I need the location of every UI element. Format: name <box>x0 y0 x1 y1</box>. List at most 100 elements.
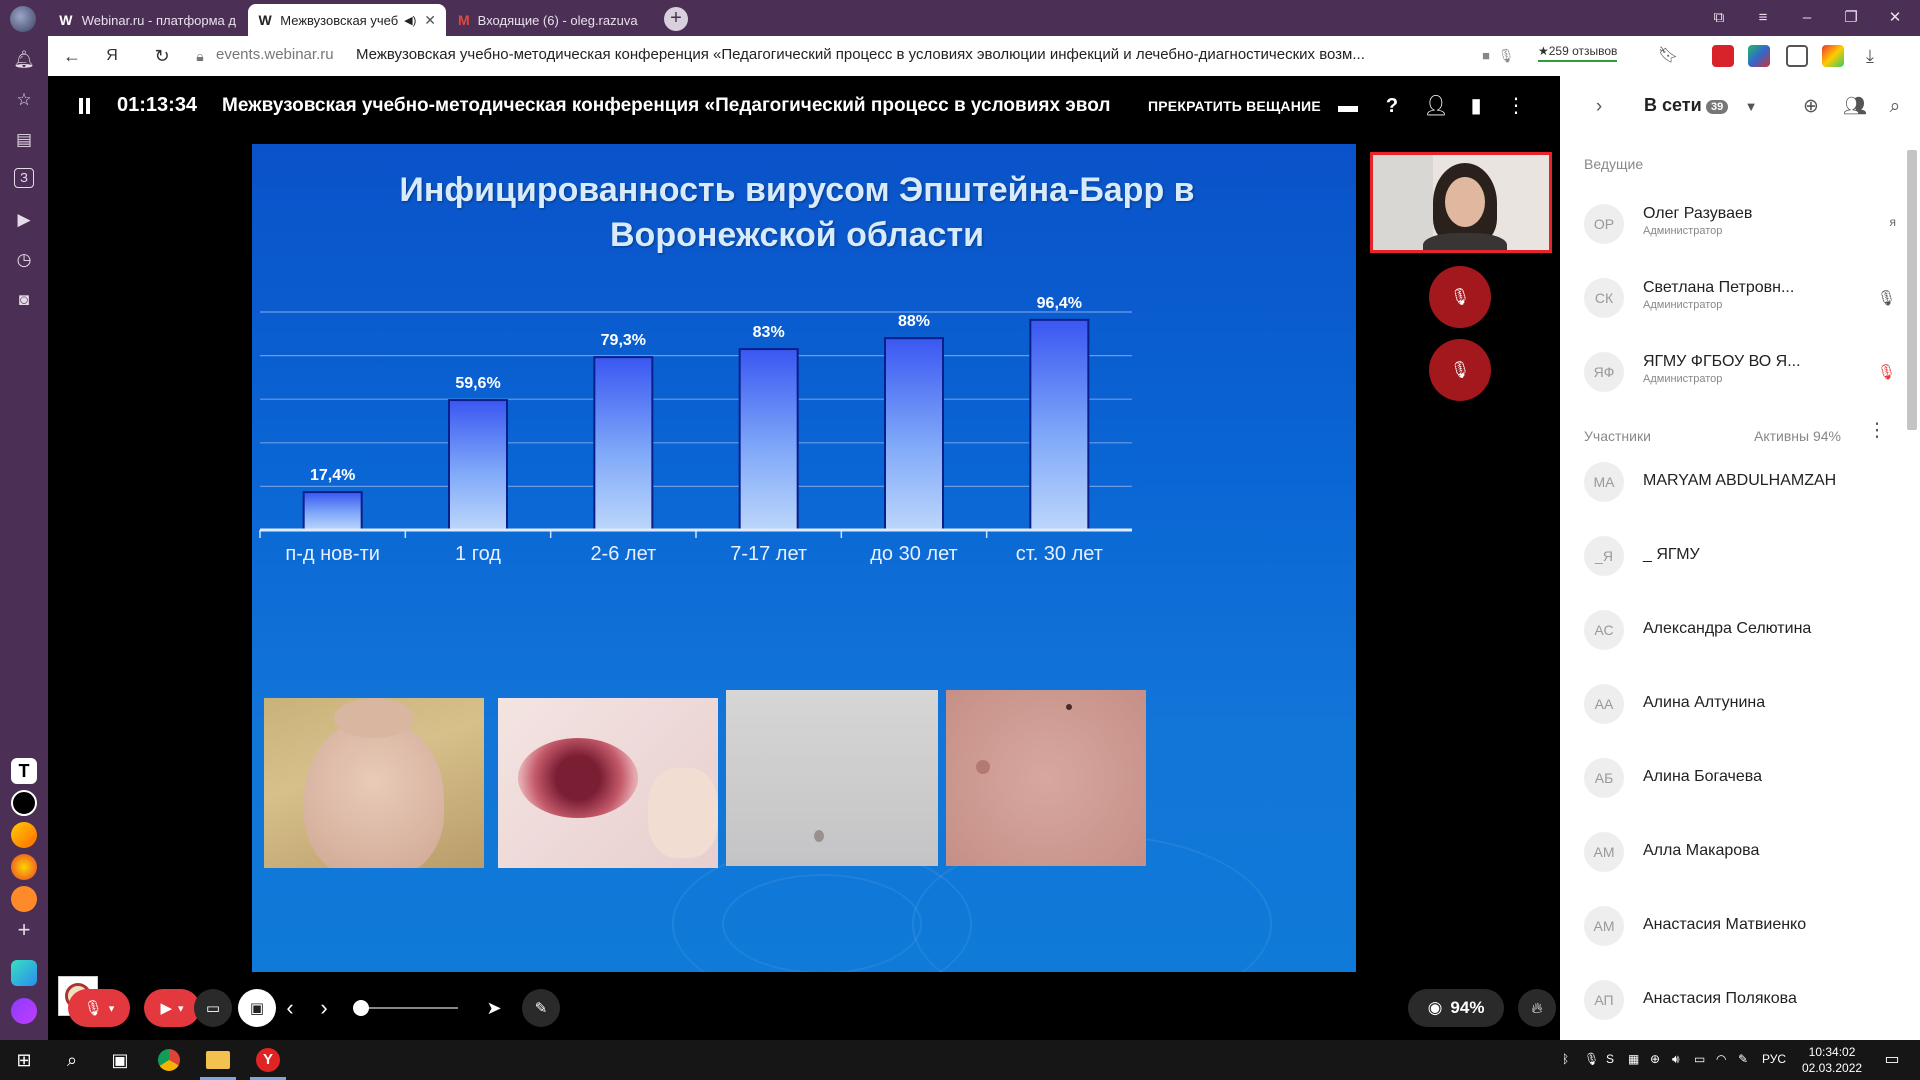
chat-icon[interactable]: ▬ <box>1334 92 1362 120</box>
bookmark-manager-icon[interactable]: ⧉ <box>1706 6 1732 30</box>
pen-icon[interactable]: ✎ <box>1738 1052 1748 1066</box>
task-view-icon[interactable]: ▣ <box>108 1048 132 1072</box>
slide-progress-knob[interactable] <box>353 1000 369 1016</box>
tab-mail[interactable]: M Входящие (6) - oleg.razuva <box>448 4 646 36</box>
screen-share-button[interactable]: ▭ <box>194 989 232 1027</box>
speaker-icon[interactable]: ◀) <box>404 14 416 27</box>
extension-colorful-icon[interactable] <box>1822 45 1844 67</box>
close-window-icon[interactable]: ✕ <box>1882 6 1908 30</box>
participant-item[interactable]: АБ Алина Богачева <box>1584 750 1904 806</box>
new-tab-button[interactable]: + <box>664 7 688 31</box>
mute-indicator-1[interactable]: 🎙︎ <box>1429 266 1491 328</box>
star-icon[interactable]: ☆ <box>12 88 36 112</box>
restore-icon[interactable]: ❐ <box>1838 6 1864 30</box>
app-food-icon[interactable] <box>11 886 37 912</box>
participants-icon[interactable]: 👤︎ <box>1422 92 1450 120</box>
speaker-video[interactable] <box>1370 152 1552 253</box>
volume-icon[interactable]: 🔊︎ <box>1672 1052 1680 1067</box>
collections-icon[interactable]: ▤ <box>12 128 36 152</box>
yandex-browser-icon[interactable]: Y <box>256 1048 280 1072</box>
zen-icon[interactable]: З <box>14 168 34 188</box>
participant-item[interactable]: АМ Алла Макарова <box>1584 824 1904 880</box>
participant-item[interactable]: _Я _ ЯГМУ <box>1584 528 1904 584</box>
back-arrow-icon[interactable]: ← <box>60 44 84 68</box>
camera-icon[interactable]: ◙ <box>12 288 36 312</box>
close-tab-icon[interactable]: ✕ <box>424 12 436 29</box>
app-tray-icon[interactable]: ▦ <box>1628 1052 1639 1066</box>
microphone-icon[interactable]: 🎙︎ <box>1584 1052 1599 1066</box>
battery-icon[interactable]: ▭ <box>1694 1052 1705 1066</box>
vpn-icon[interactable]: ⊕ <box>1650 1052 1660 1066</box>
pause-icon[interactable] <box>78 98 92 114</box>
downloads-icon[interactable]: ⤓ <box>1858 44 1882 68</box>
participant-item[interactable]: АМ Анастасия Матвиенко <box>1584 898 1904 954</box>
menu-icon[interactable]: ≡ <box>1750 6 1776 30</box>
app-alice-icon[interactable] <box>11 998 37 1024</box>
system-clock[interactable]: 10:34:02 02.03.2022 <box>1802 1044 1862 1076</box>
host-item[interactable]: ОР Олег Разуваев Администратор я <box>1584 196 1904 252</box>
camera-toggle-button[interactable]: ▶︎ ▾ <box>144 989 200 1027</box>
app-games-icon[interactable] <box>11 854 37 880</box>
app-messenger-icon[interactable] <box>11 960 37 986</box>
presentation-button[interactable]: ▣ <box>238 989 276 1027</box>
participant-item[interactable]: MA MARYAM ABDULHAMZAH <box>1584 454 1904 510</box>
add-app-icon[interactable]: + <box>12 918 36 942</box>
host-item[interactable]: СК Светлана Петровн... Администратор 🎙︎ <box>1584 270 1904 326</box>
chrome-icon[interactable] <box>158 1049 180 1071</box>
notifications-icon[interactable]: ▭ <box>1880 1048 1904 1072</box>
participant-item[interactable]: АА Алина Алтунина <box>1584 676 1904 732</box>
microphone-toggle-button[interactable]: 🎙︎ ▾ <box>68 989 130 1027</box>
bluetooth-icon[interactable]: ᛒ <box>1562 1052 1569 1066</box>
search-icon[interactable]: ⌕ <box>1882 94 1908 120</box>
next-slide-button[interactable]: › <box>308 989 340 1027</box>
stop-broadcast-button[interactable]: ПРЕКРАТИТЬ ВЕЩАНИЕ <box>1148 98 1321 114</box>
participant-item[interactable]: АП Анастасия Полякова <box>1584 972 1904 1028</box>
play-icon[interactable]: ▶ <box>12 208 36 232</box>
tab-conference[interactable]: W Межвузовская учеб ◀) ✕ <box>248 4 446 36</box>
wifi-icon[interactable]: ◠ <box>1716 1052 1726 1066</box>
questions-icon[interactable]: ? <box>1378 92 1406 120</box>
participant-item[interactable]: АС Александра Селютина <box>1584 602 1904 658</box>
chevron-down-icon[interactable]: ▼ <box>1738 94 1764 120</box>
document-icon[interactable]: ▮ <box>1462 92 1490 120</box>
url-host[interactable]: events.webinar.ru <box>216 46 334 63</box>
windows-start-icon[interactable]: ⊞ <box>12 1048 36 1072</box>
minimize-icon[interactable]: – <box>1794 6 1820 30</box>
mic-off-icon[interactable]: 🎙︎ <box>1877 363 1896 381</box>
microphone-icon[interactable]: 🎙︎ <box>1877 289 1896 307</box>
browser-profile-icon[interactable] <box>10 6 36 32</box>
history-clock-icon[interactable]: ◷ <box>12 248 36 272</box>
microphone-icon[interactable]: 🎙︎ <box>1494 44 1518 68</box>
search-icon[interactable]: ⌕ <box>60 1048 84 1072</box>
collapse-panel-icon[interactable]: › <box>1586 94 1612 120</box>
file-explorer-icon[interactable] <box>206 1051 230 1069</box>
extension-adblock-icon[interactable] <box>1712 45 1734 67</box>
more-vertical-icon[interactable]: ⋮ <box>1502 92 1530 120</box>
url-page-title[interactable]: Межвузовская учебно-методическая конфере… <box>356 46 1486 63</box>
viewers-indicator[interactable]: ◉ 94% <box>1408 989 1504 1027</box>
lock-icon[interactable]: 🔒︎ <box>188 44 212 68</box>
reviews-badge[interactable]: ★259 отзывов <box>1538 44 1618 62</box>
bell-icon[interactable]: 🔔︎ <box>12 48 36 72</box>
extension-icon[interactable] <box>1748 45 1770 67</box>
reload-icon[interactable]: ↻ <box>150 44 174 68</box>
panel-title[interactable]: В сети <box>1644 95 1702 116</box>
bookmark-icon[interactable]: 🔖︎ <box>1656 44 1680 68</box>
reactions-button[interactable]: 🔥︎ <box>1518 989 1556 1027</box>
extension-copy-icon[interactable] <box>1786 45 1808 67</box>
previous-slide-button[interactable]: ‹ <box>274 989 306 1027</box>
yandex-icon[interactable]: Я <box>100 44 124 68</box>
host-item[interactable]: ЯФ ЯГМУ ФГБОУ ВО Я... Администратор 🎙︎ <box>1584 344 1904 400</box>
app-circle-icon[interactable] <box>11 790 37 816</box>
app-yandex-music-icon[interactable] <box>11 822 37 848</box>
more-vertical-icon[interactable]: ⋮ <box>1864 418 1890 444</box>
app-tinkoff-icon[interactable]: T <box>11 758 37 784</box>
group-icon[interactable]: 👥︎ <box>1842 94 1868 120</box>
tab-webinar-platform[interactable]: W Webinar.ru - платформа д <box>48 4 246 36</box>
mute-indicator-2[interactable]: 🎙︎ <box>1429 339 1491 401</box>
slide-progress-track[interactable] <box>364 1007 458 1009</box>
panel-scrollbar[interactable] <box>1907 150 1917 430</box>
add-participant-icon[interactable]: ⊕ <box>1798 94 1824 120</box>
pointer-tool-icon[interactable]: ➤ <box>478 989 510 1027</box>
language-indicator[interactable]: РУС <box>1762 1052 1786 1066</box>
